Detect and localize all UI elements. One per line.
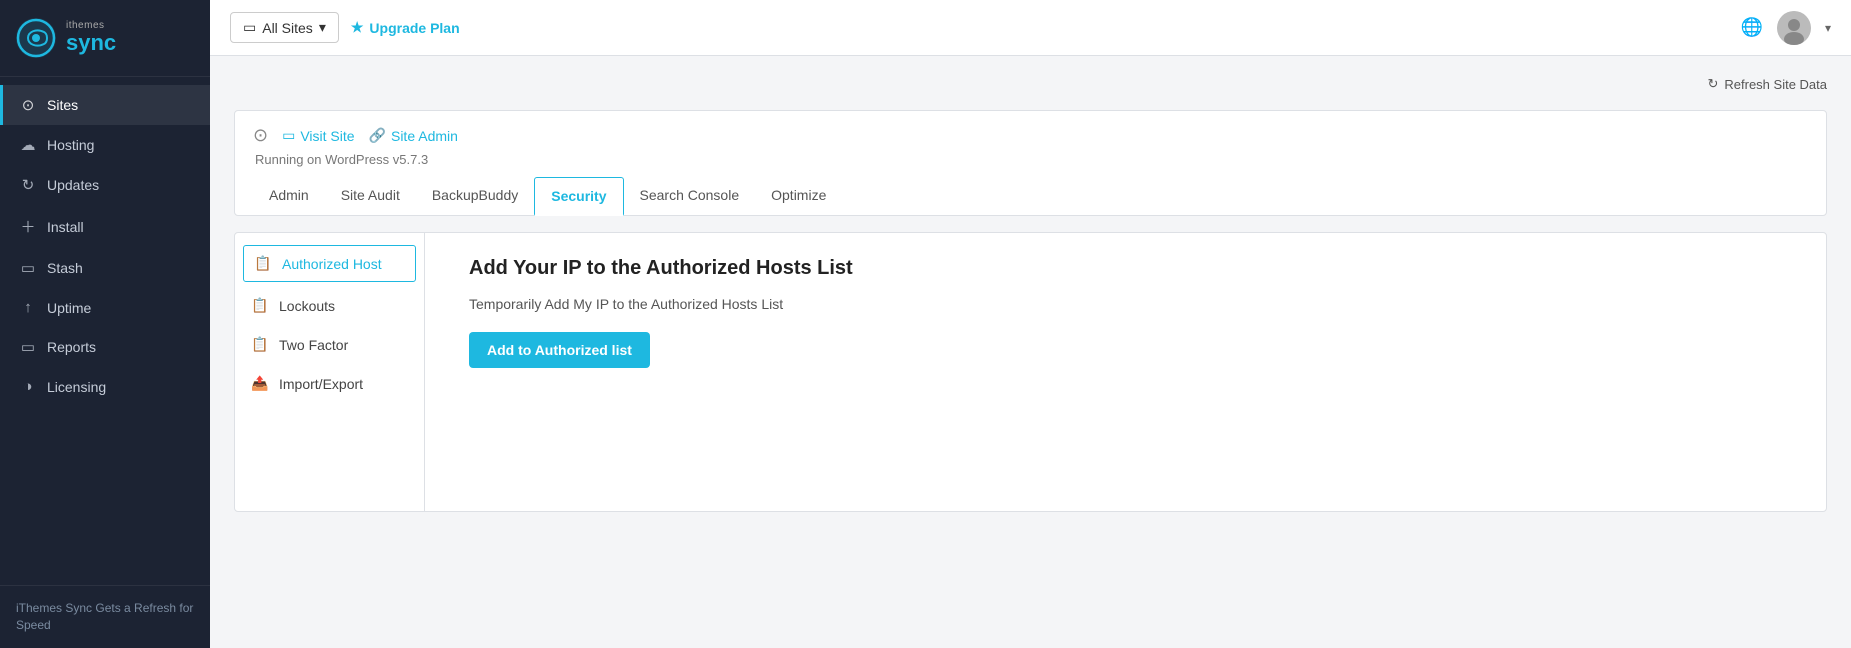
- hosting-icon: ☁: [19, 136, 37, 154]
- sidebar-item-sites-label: Sites: [47, 97, 78, 113]
- tab-admin-label: Admin: [269, 187, 309, 203]
- sidebar-item-stash-label: Stash: [47, 260, 83, 276]
- upgrade-plan-label: Upgrade Plan: [369, 20, 459, 36]
- sites-icon: ⊙: [19, 96, 37, 114]
- site-admin-label: Site Admin: [391, 128, 458, 144]
- authorized-host-icon: 📋: [254, 255, 272, 272]
- star-icon: ★: [351, 19, 364, 36]
- all-sites-label: All Sites: [262, 20, 313, 36]
- user-menu-caret[interactable]: ▾: [1825, 21, 1831, 35]
- sec-nav-lockouts[interactable]: 📋 Lockouts: [235, 286, 424, 325]
- logo-icon: [14, 16, 58, 60]
- sec-nav-authorized-host[interactable]: 📋 Authorized Host: [243, 245, 416, 282]
- security-content-subtitle: Temporarily Add My IP to the Authorized …: [469, 296, 1798, 312]
- sidebar-item-stash[interactable]: ▭ Stash: [0, 248, 210, 288]
- site-header-top: ⊙ ▭ Visit Site 🔗 Site Admin: [253, 125, 1808, 146]
- tab-optimize[interactable]: Optimize: [755, 177, 842, 216]
- tab-security[interactable]: Security: [534, 177, 623, 216]
- visit-site-link[interactable]: ▭ Visit Site: [282, 127, 354, 144]
- sidebar: ithemes sync ⊙ Sites ☁ Hosting ↻ Updates…: [0, 0, 210, 648]
- topbar-right: 🌐 ▾: [1741, 11, 1831, 45]
- all-sites-button[interactable]: ▭ All Sites ▾: [230, 12, 339, 43]
- sidebar-footer: iThemes Sync Gets a Refresh for Speed: [0, 585, 210, 648]
- tab-backupbuddy-label: BackupBuddy: [432, 187, 518, 203]
- tab-site-audit[interactable]: Site Audit: [325, 177, 416, 216]
- licensing-icon: ◑: [19, 378, 37, 395]
- sec-nav-import-export[interactable]: 📤 Import/Export: [235, 364, 424, 403]
- logo-text: ithemes sync: [66, 20, 116, 55]
- globe-icon[interactable]: 🌐: [1741, 17, 1763, 38]
- tab-security-label: Security: [551, 188, 606, 204]
- window-icon: ▭: [243, 19, 256, 36]
- reports-icon: ▭: [19, 338, 37, 356]
- site-favicon-icon: ⊙: [253, 125, 268, 146]
- stash-icon: ▭: [19, 259, 37, 277]
- sidebar-item-updates[interactable]: ↻ Updates: [0, 165, 210, 205]
- sidebar-item-sites[interactable]: ⊙ Sites: [0, 85, 210, 125]
- updates-icon: ↻: [19, 176, 37, 194]
- import-export-label: Import/Export: [279, 376, 363, 392]
- sidebar-item-uptime[interactable]: ↑ Uptime: [0, 288, 210, 327]
- add-btn-label: Add to Authorized list: [487, 342, 632, 358]
- lockouts-icon: 📋: [251, 297, 269, 314]
- sidebar-item-hosting-label: Hosting: [47, 137, 94, 153]
- security-content: Add Your IP to the Authorized Hosts List…: [441, 233, 1826, 511]
- topbar: ▭ All Sites ▾ ★ Upgrade Plan 🌐 ▾: [210, 0, 1851, 56]
- logo-sync: sync: [66, 31, 116, 55]
- import-export-icon: 📤: [251, 375, 269, 392]
- site-admin-link[interactable]: 🔗 Site Admin: [369, 127, 458, 144]
- tab-site-audit-label: Site Audit: [341, 187, 400, 203]
- uptime-icon: ↑: [19, 299, 37, 316]
- all-sites-chevron: ▾: [319, 19, 326, 36]
- wp-version: Running on WordPress v5.7.3: [255, 152, 1808, 167]
- site-tabs: Admin Site Audit BackupBuddy Security Se…: [253, 177, 1808, 215]
- avatar[interactable]: [1777, 11, 1811, 45]
- lockouts-label: Lockouts: [279, 298, 335, 314]
- main: ▭ All Sites ▾ ★ Upgrade Plan 🌐 ▾: [210, 0, 1851, 648]
- tab-search-console[interactable]: Search Console: [624, 177, 756, 216]
- security-content-title: Add Your IP to the Authorized Hosts List: [469, 257, 1798, 280]
- tab-optimize-label: Optimize: [771, 187, 826, 203]
- avatar-image: [1777, 11, 1811, 45]
- sidebar-item-reports[interactable]: ▭ Reports: [0, 327, 210, 367]
- sec-nav-two-factor[interactable]: 📋 Two Factor: [235, 325, 424, 364]
- tab-search-console-label: Search Console: [640, 187, 740, 203]
- sidebar-item-install-label: Install: [47, 219, 84, 235]
- tab-backupbuddy[interactable]: BackupBuddy: [416, 177, 534, 216]
- external-link-icon: ▭: [282, 127, 295, 144]
- refresh-icon: ↻: [1707, 76, 1718, 92]
- sidebar-item-hosting[interactable]: ☁ Hosting: [0, 125, 210, 165]
- sidebar-item-licensing-label: Licensing: [47, 379, 106, 395]
- content-area: ↻ Refresh Site Data ⊙ ▭ Visit Site 🔗 Sit…: [210, 56, 1851, 648]
- sidebar-nav: ⊙ Sites ☁ Hosting ↻ Updates ＋ Install ▭ …: [0, 77, 210, 585]
- visit-site-label: Visit Site: [300, 128, 354, 144]
- sidebar-logo: ithemes sync: [0, 0, 210, 77]
- two-factor-label: Two Factor: [279, 337, 348, 353]
- sidebar-item-reports-label: Reports: [47, 339, 96, 355]
- sidebar-item-updates-label: Updates: [47, 177, 99, 193]
- refresh-label: Refresh Site Data: [1724, 77, 1827, 92]
- content-wrap: ↻ Refresh Site Data ⊙ ▭ Visit Site 🔗 Sit…: [234, 76, 1827, 512]
- upgrade-plan-button[interactable]: ★ Upgrade Plan: [351, 19, 460, 36]
- security-layout: 📋 Authorized Host 📋 Lockouts 📋 Two Facto…: [234, 232, 1827, 512]
- sidebar-footer-text: iThemes Sync Gets a Refresh for Speed: [16, 601, 193, 632]
- security-sidebar: 📋 Authorized Host 📋 Lockouts 📋 Two Facto…: [235, 233, 425, 511]
- topbar-left: ▭ All Sites ▾ ★ Upgrade Plan: [230, 12, 460, 43]
- sidebar-item-install[interactable]: ＋ Install: [0, 205, 210, 248]
- refresh-site-data[interactable]: ↻ Refresh Site Data: [1707, 76, 1827, 92]
- install-icon: ＋: [19, 216, 37, 237]
- sidebar-item-uptime-label: Uptime: [47, 300, 91, 316]
- authorized-host-label: Authorized Host: [282, 256, 382, 272]
- site-header: ⊙ ▭ Visit Site 🔗 Site Admin Running on W…: [234, 110, 1827, 216]
- two-factor-icon: 📋: [251, 336, 269, 353]
- sidebar-item-licensing[interactable]: ◑ Licensing: [0, 367, 210, 406]
- admin-link-icon: 🔗: [369, 127, 386, 144]
- tab-admin[interactable]: Admin: [253, 177, 325, 216]
- add-to-authorized-list-button[interactable]: Add to Authorized list: [469, 332, 650, 368]
